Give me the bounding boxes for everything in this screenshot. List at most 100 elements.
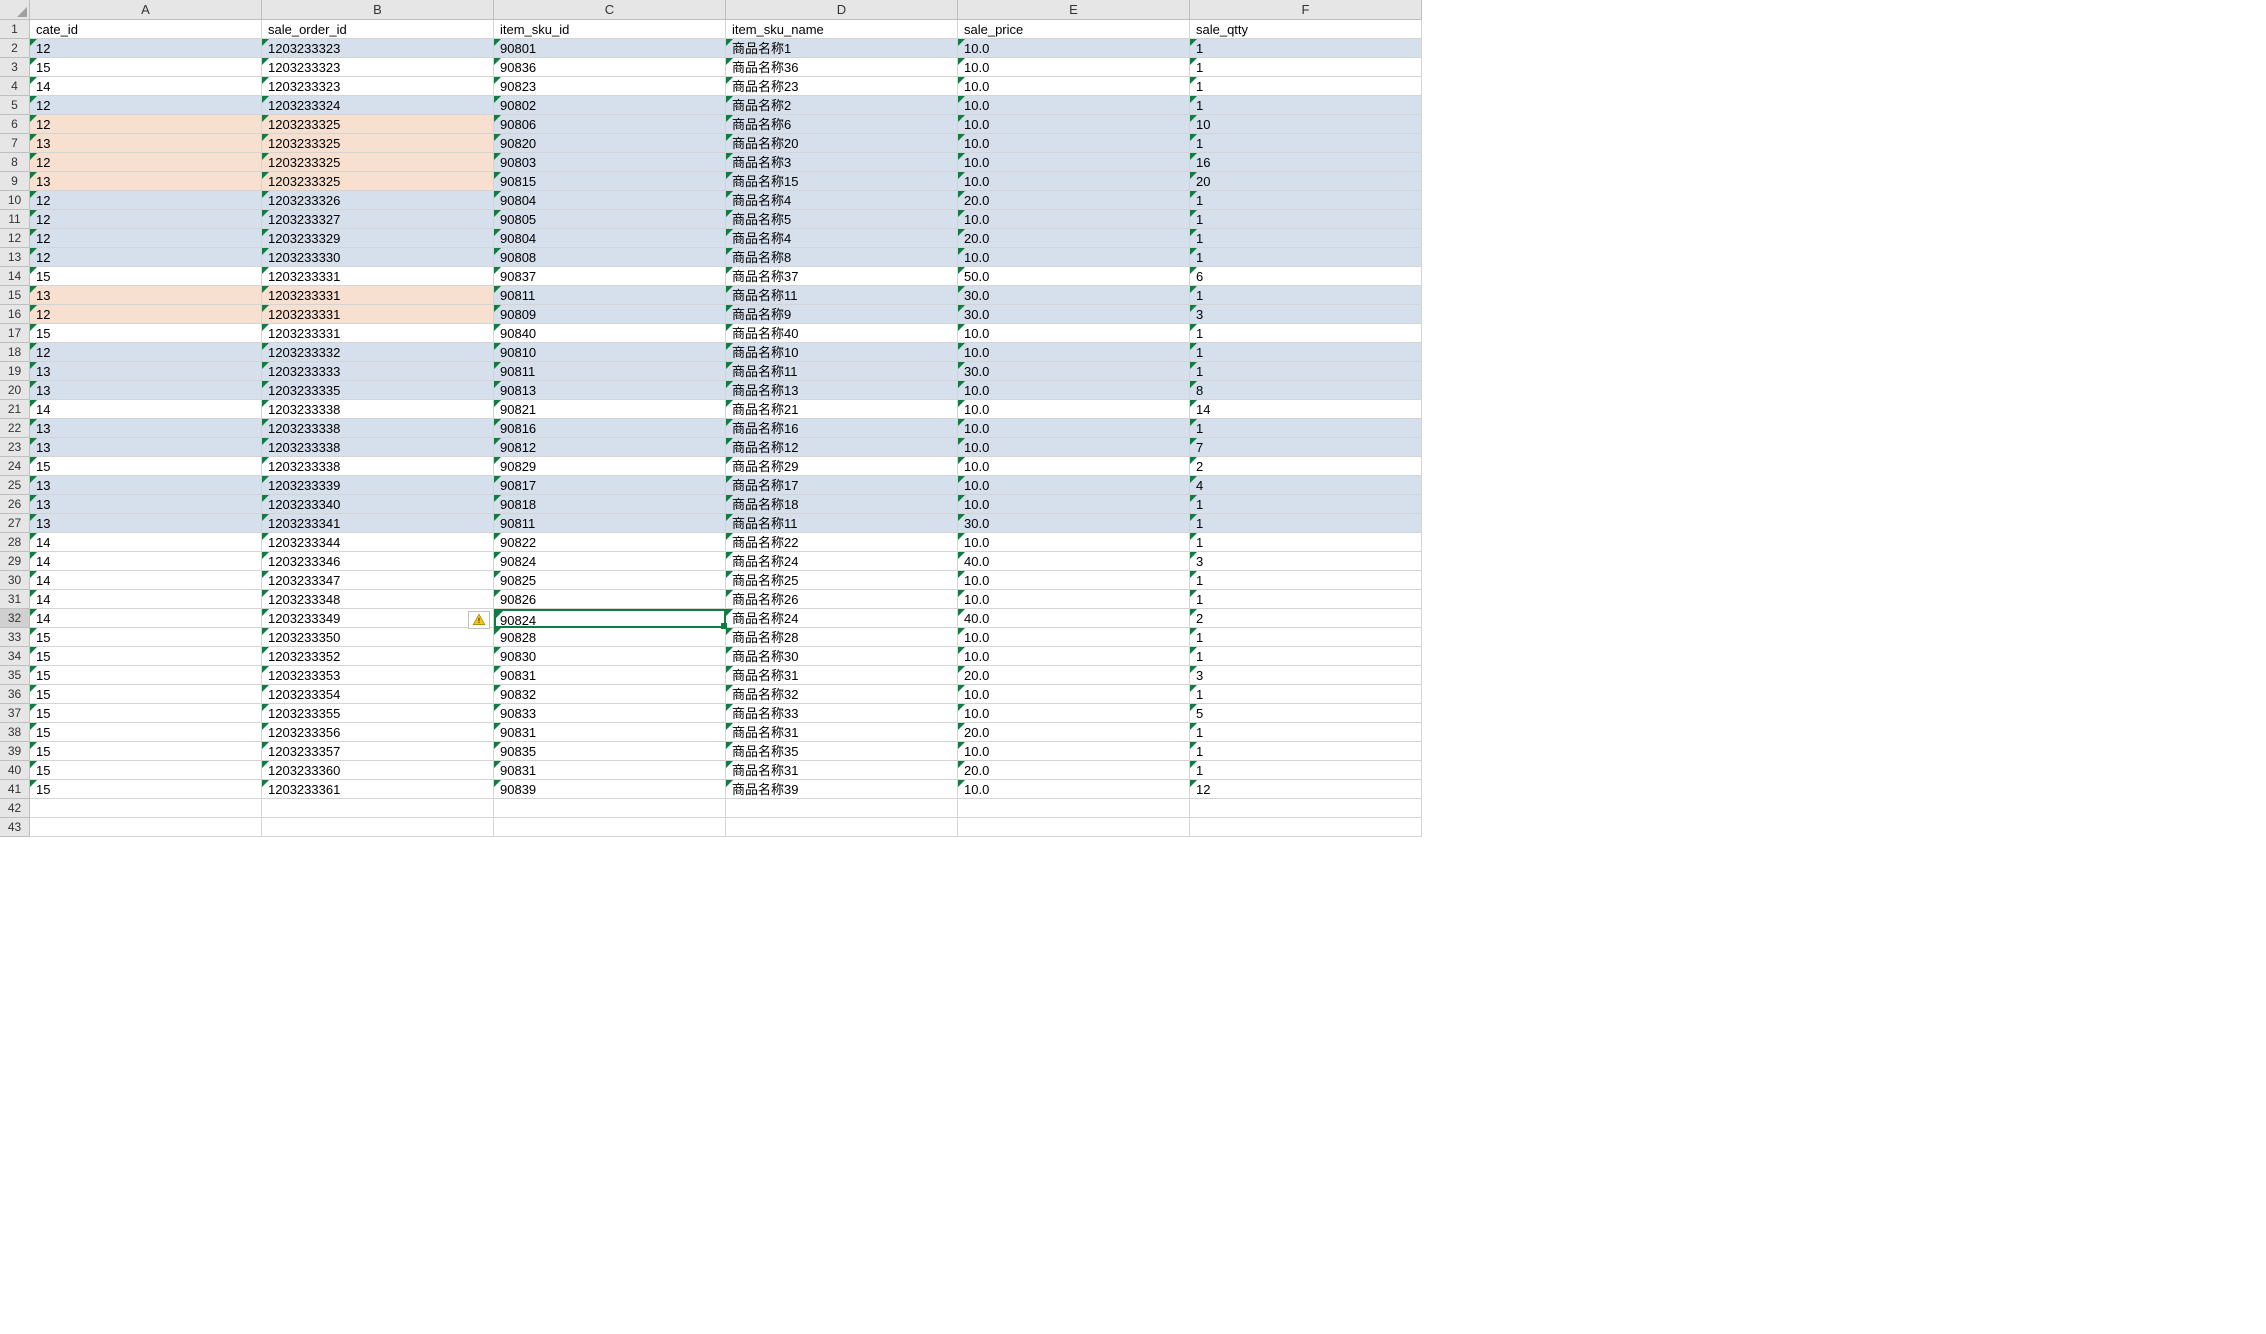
row-header-5[interactable]: 5 (0, 96, 30, 115)
cell-C42[interactable] (494, 799, 726, 818)
cell-E11[interactable]: 10.0 (958, 210, 1190, 229)
cell-D38[interactable]: 商品名称31 (726, 723, 958, 742)
cell-C34[interactable]: 90830 (494, 647, 726, 666)
cell-D3[interactable]: 商品名称36 (726, 58, 958, 77)
cell-D13[interactable]: 商品名称8 (726, 248, 958, 267)
cell-B3[interactable]: 1203233323 (262, 58, 494, 77)
row-header-26[interactable]: 26 (0, 495, 30, 514)
cell-D24[interactable]: 商品名称29 (726, 457, 958, 476)
cell-A6[interactable]: 12 (30, 115, 262, 134)
cell-D15[interactable]: 商品名称11 (726, 286, 958, 305)
cell-E25[interactable]: 10.0 (958, 476, 1190, 495)
cell-E19[interactable]: 30.0 (958, 362, 1190, 381)
cell-A21[interactable]: 14 (30, 400, 262, 419)
cell-B1[interactable]: sale_order_id (262, 20, 494, 39)
cell-D12[interactable]: 商品名称4 (726, 229, 958, 248)
cell-A18[interactable]: 12 (30, 343, 262, 362)
cell-D34[interactable]: 商品名称30 (726, 647, 958, 666)
cell-F18[interactable]: 1 (1190, 343, 1422, 362)
cell-B6[interactable]: 1203233325 (262, 115, 494, 134)
cell-B21[interactable]: 1203233338 (262, 400, 494, 419)
cell-F15[interactable]: 1 (1190, 286, 1422, 305)
cell-F22[interactable]: 1 (1190, 419, 1422, 438)
cell-B37[interactable]: 1203233355 (262, 704, 494, 723)
cell-A15[interactable]: 13 (30, 286, 262, 305)
cell-D2[interactable]: 商品名称1 (726, 39, 958, 58)
cell-D43[interactable] (726, 818, 958, 837)
row-header-19[interactable]: 19 (0, 362, 30, 381)
cell-F40[interactable]: 1 (1190, 761, 1422, 780)
row-header-37[interactable]: 37 (0, 704, 30, 723)
cell-D37[interactable]: 商品名称33 (726, 704, 958, 723)
row-header-16[interactable]: 16 (0, 305, 30, 324)
cell-B11[interactable]: 1203233327 (262, 210, 494, 229)
cell-E2[interactable]: 10.0 (958, 39, 1190, 58)
cell-B22[interactable]: 1203233338 (262, 419, 494, 438)
row-header-14[interactable]: 14 (0, 267, 30, 286)
cell-F1[interactable]: sale_qtty (1190, 20, 1422, 39)
cell-C8[interactable]: 90803 (494, 153, 726, 172)
column-header-F[interactable]: F (1190, 0, 1422, 20)
cell-F31[interactable]: 1 (1190, 590, 1422, 609)
cell-C30[interactable]: 90825 (494, 571, 726, 590)
row-header-23[interactable]: 23 (0, 438, 30, 457)
cell-B13[interactable]: 1203233330 (262, 248, 494, 267)
cell-A27[interactable]: 13 (30, 514, 262, 533)
cell-E16[interactable]: 30.0 (958, 305, 1190, 324)
cell-E30[interactable]: 10.0 (958, 571, 1190, 590)
cell-C11[interactable]: 90805 (494, 210, 726, 229)
cell-F33[interactable]: 1 (1190, 628, 1422, 647)
cell-D41[interactable]: 商品名称39 (726, 780, 958, 799)
cell-E41[interactable]: 10.0 (958, 780, 1190, 799)
row-header-24[interactable]: 24 (0, 457, 30, 476)
cell-C39[interactable]: 90835 (494, 742, 726, 761)
cell-E13[interactable]: 10.0 (958, 248, 1190, 267)
cell-D26[interactable]: 商品名称18 (726, 495, 958, 514)
cell-C14[interactable]: 90837 (494, 267, 726, 286)
cell-E29[interactable]: 40.0 (958, 552, 1190, 571)
cell-E20[interactable]: 10.0 (958, 381, 1190, 400)
row-header-41[interactable]: 41 (0, 780, 30, 799)
cell-D10[interactable]: 商品名称4 (726, 191, 958, 210)
cell-F8[interactable]: 16 (1190, 153, 1422, 172)
cell-F38[interactable]: 1 (1190, 723, 1422, 742)
row-header-15[interactable]: 15 (0, 286, 30, 305)
cell-C2[interactable]: 90801 (494, 39, 726, 58)
row-header-18[interactable]: 18 (0, 343, 30, 362)
cell-A12[interactable]: 12 (30, 229, 262, 248)
cell-A35[interactable]: 15 (30, 666, 262, 685)
cell-B43[interactable] (262, 818, 494, 837)
cell-B2[interactable]: 1203233323 (262, 39, 494, 58)
row-header-28[interactable]: 28 (0, 533, 30, 552)
cell-F34[interactable]: 1 (1190, 647, 1422, 666)
cell-E10[interactable]: 20.0 (958, 191, 1190, 210)
cell-B28[interactable]: 1203233344 (262, 533, 494, 552)
cell-F10[interactable]: 1 (1190, 191, 1422, 210)
cell-E38[interactable]: 20.0 (958, 723, 1190, 742)
cell-D31[interactable]: 商品名称26 (726, 590, 958, 609)
cell-B16[interactable]: 1203233331 (262, 305, 494, 324)
cell-F3[interactable]: 1 (1190, 58, 1422, 77)
cell-A3[interactable]: 15 (30, 58, 262, 77)
cell-E28[interactable]: 10.0 (958, 533, 1190, 552)
row-header-22[interactable]: 22 (0, 419, 30, 438)
column-header-B[interactable]: B (262, 0, 494, 20)
cell-E40[interactable]: 20.0 (958, 761, 1190, 780)
cell-F42[interactable] (1190, 799, 1422, 818)
row-header-25[interactable]: 25 (0, 476, 30, 495)
cell-A9[interactable]: 13 (30, 172, 262, 191)
cell-F43[interactable] (1190, 818, 1422, 837)
cell-A8[interactable]: 12 (30, 153, 262, 172)
cell-F41[interactable]: 12 (1190, 780, 1422, 799)
cell-E14[interactable]: 50.0 (958, 267, 1190, 286)
cell-E17[interactable]: 10.0 (958, 324, 1190, 343)
cell-A2[interactable]: 12 (30, 39, 262, 58)
cell-F23[interactable]: 7 (1190, 438, 1422, 457)
cell-C27[interactable]: 90811 (494, 514, 726, 533)
cell-A10[interactable]: 12 (30, 191, 262, 210)
cell-A16[interactable]: 12 (30, 305, 262, 324)
cell-C25[interactable]: 90817 (494, 476, 726, 495)
cell-B39[interactable]: 1203233357 (262, 742, 494, 761)
cell-B38[interactable]: 1203233356 (262, 723, 494, 742)
row-header-8[interactable]: 8 (0, 153, 30, 172)
